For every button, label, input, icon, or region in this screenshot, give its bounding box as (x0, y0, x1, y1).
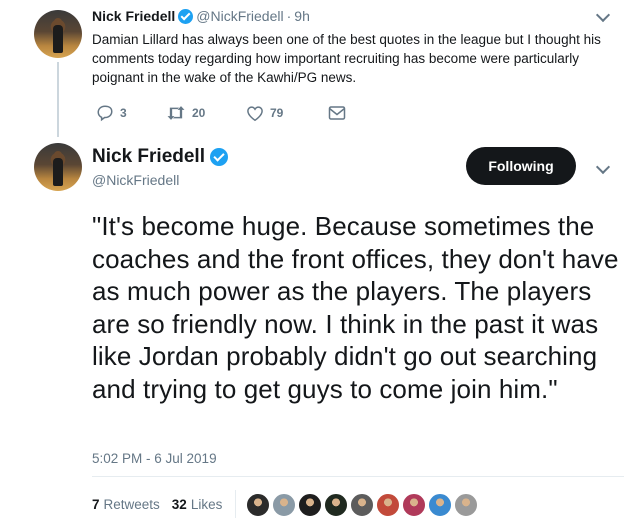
tweet-text: "It's become huge. Because sometimes the… (92, 211, 619, 404)
likes-label: Likes (190, 497, 223, 512)
following-button[interactable]: Following (466, 147, 576, 185)
chevron-down-icon[interactable] (595, 159, 611, 175)
retweets-stat[interactable]: 7 Retweets (92, 497, 160, 512)
verified-icon (178, 8, 194, 24)
tweet-header: Nick Friedell @NickFriedell · 9h (92, 8, 310, 24)
author-name[interactable]: Nick Friedell (92, 146, 205, 168)
reply-button[interactable]: 3 (96, 104, 166, 122)
envelope-icon (328, 106, 346, 120)
chevron-down-icon[interactable] (595, 7, 611, 23)
reply-icon (97, 105, 113, 122)
retweets-label: Retweets (103, 497, 160, 512)
divider (235, 490, 236, 518)
avatar[interactable] (34, 10, 82, 58)
author-name[interactable]: Nick Friedell (92, 8, 175, 24)
retweet-total: 7 (92, 497, 100, 512)
liker-avatar[interactable] (428, 493, 452, 517)
like-total: 32 (171, 497, 187, 512)
verified-icon (210, 148, 228, 166)
liker-avatar[interactable] (246, 493, 270, 517)
heart-icon (247, 105, 263, 121)
like-button[interactable]: 79 (246, 105, 328, 122)
liker-avatar[interactable] (402, 493, 426, 517)
tweet-time[interactable]: 9h (294, 8, 310, 24)
tweet-text: Damian Lillard has always been one of th… (92, 32, 601, 85)
retweet-button[interactable]: 20 (166, 104, 246, 122)
reply-count: 3 (120, 106, 127, 120)
liker-avatar[interactable] (376, 493, 400, 517)
retweet-icon (167, 106, 185, 120)
author-handle[interactable]: @NickFriedell (196, 8, 283, 24)
author-name-row: Nick Friedell (92, 146, 231, 168)
liker-avatar[interactable] (350, 493, 374, 517)
author-handle[interactable]: @NickFriedell (92, 172, 179, 188)
direct-message-button[interactable] (328, 105, 346, 121)
liker-avatar[interactable] (454, 493, 478, 517)
like-count: 79 (270, 106, 284, 120)
thread-line (57, 62, 59, 137)
retweet-count: 20 (192, 106, 206, 120)
liker-avatars (246, 493, 480, 517)
divider (92, 476, 624, 477)
likes-stat[interactable]: 32 Likes (172, 497, 223, 512)
liker-avatar[interactable] (298, 493, 322, 517)
tweet-actions: 3 20 79 (96, 104, 346, 122)
tweet-timestamp[interactable]: 5:02 PM - 6 Jul 2019 (92, 451, 217, 466)
separator-dot: · (286, 8, 292, 24)
tweet-stats: 7 Retweets 32 Likes (92, 497, 234, 512)
liker-avatar[interactable] (324, 493, 348, 517)
avatar[interactable] (34, 143, 82, 191)
liker-avatar[interactable] (272, 493, 296, 517)
